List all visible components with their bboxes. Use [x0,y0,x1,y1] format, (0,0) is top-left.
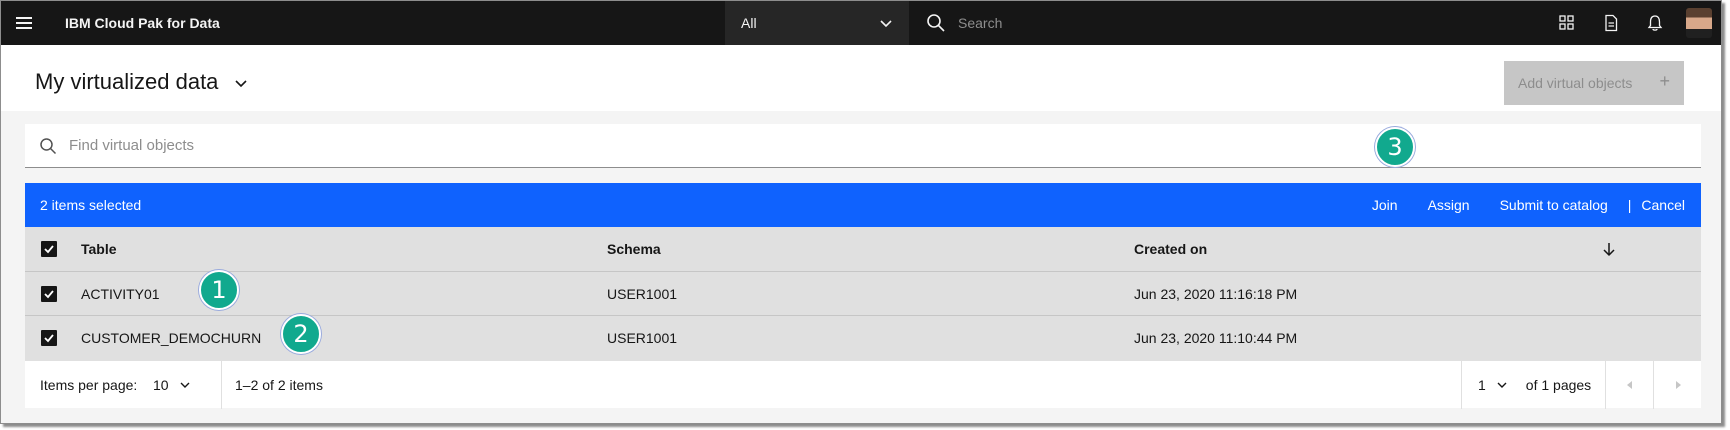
table-header: Table Schema Created on [25,227,1701,272]
table-name-cell: CUSTOMER_DEMOCHURN [81,330,262,346]
table-name-cell: ACTIVITY01 [81,285,160,302]
checkbox-checked-icon [44,334,54,343]
global-search-input[interactable]: Search [910,1,1544,45]
column-header-table[interactable]: Table [81,227,117,271]
row-select-cell [41,272,57,315]
checkbox-checked-icon [44,289,54,298]
find-virtual-objects-input[interactable]: Find virtual objects [25,124,1701,168]
select-all-cell [41,227,57,271]
selected-count: 2 items selected [40,197,142,213]
current-page: 1 [1478,377,1486,393]
menu-icon[interactable] [1,1,47,45]
row-checkbox[interactable] [41,285,57,302]
join-button[interactable]: Join [1372,197,1398,213]
page-select-group: 1 of 1 pages [1461,361,1591,409]
callout-1: 1 [199,270,239,310]
search-icon [927,14,945,32]
pagination: Items per page: 10 1–2 of 2 items 1 of 1… [25,360,1701,409]
assign-button[interactable]: Assign [1428,197,1470,213]
checkbox-checked-icon [44,245,54,254]
items-range: 1–2 of 2 items [221,361,323,409]
user-photo [1686,8,1712,38]
created-on-cell: Jun 23, 2020 11:16:18 PM [1134,285,1298,302]
chevron-down-icon [1497,382,1507,388]
row-select-cell [41,316,57,360]
arrow-down-icon [1603,243,1615,257]
find-virtual-objects-placeholder: Find virtual objects [69,137,195,154]
add-icon: + [1659,71,1670,91]
add-virtual-objects-label: Add virtual objects [1518,75,1633,91]
action-separator: | [1627,197,1632,213]
document-icon[interactable] [1589,1,1633,45]
view-switcher[interactable]: My virtualized data [35,69,248,95]
submit-to-catalog-button[interactable]: Submit to catalog [1500,197,1608,213]
caret-left-icon [1626,381,1632,389]
search-scope-dropdown[interactable]: All [725,1,909,45]
search-scope-label: All [741,15,757,31]
caret-right-icon [1675,381,1681,389]
chevron-down-icon [235,80,247,88]
header-actions [1545,1,1721,45]
column-header-schema[interactable]: Schema [607,227,661,271]
table-row[interactable]: CUSTOMER_DEMOCHURN USER1001 Jun 23, 2020… [25,316,1701,360]
total-pages: of 1 pages [1525,377,1592,393]
page-header: My virtualized data Add virtual objects … [1,45,1721,111]
select-all-checkbox[interactable] [41,241,57,257]
previous-page-button[interactable] [1605,361,1653,409]
avatar[interactable] [1677,1,1721,45]
callout-2: 2 [281,314,321,354]
column-header-created-on[interactable]: Created on [1134,227,1207,271]
chevron-down-icon [180,382,190,388]
table-row[interactable]: ACTIVITY01 USER1001 Jun 23, 2020 11:16:1… [25,272,1701,316]
search-icon [40,137,57,154]
add-virtual-objects-button[interactable]: Add virtual objects + [1504,61,1684,105]
schema-cell: USER1001 [607,285,678,302]
notification-icon[interactable] [1633,1,1677,45]
batch-actions-bar: 2 items selected Join Assign Submit to c… [25,183,1701,227]
cancel-button[interactable]: Cancel [1641,197,1685,213]
top-header: IBM Cloud Pak for Data All Search [1,1,1721,45]
page-title: My virtualized data [35,69,219,94]
page-select[interactable]: 1 [1478,377,1508,393]
global-search-placeholder: Search [958,15,1003,31]
items-per-page-label: Items per page: [40,377,138,393]
next-page-button[interactable] [1653,361,1701,409]
schema-cell: USER1001 [607,330,678,346]
created-on-cell: Jun 23, 2020 11:10:44 PM [1134,330,1298,346]
callout-3: 3 [1375,127,1415,167]
items-per-page-select[interactable]: 10 [153,361,191,409]
chevron-down-icon [880,20,892,28]
row-checkbox[interactable] [41,330,57,346]
batch-actions: Join Assign Submit to catalog | Cancel [1372,183,1685,227]
items-per-page-value: 10 [153,377,169,393]
brand-name[interactable]: IBM Cloud Pak for Data [65,15,220,31]
sort-button[interactable] [1601,227,1617,271]
app-window: IBM Cloud Pak for Data All Search My vir… [0,0,1722,424]
apps-icon[interactable] [1545,1,1589,45]
